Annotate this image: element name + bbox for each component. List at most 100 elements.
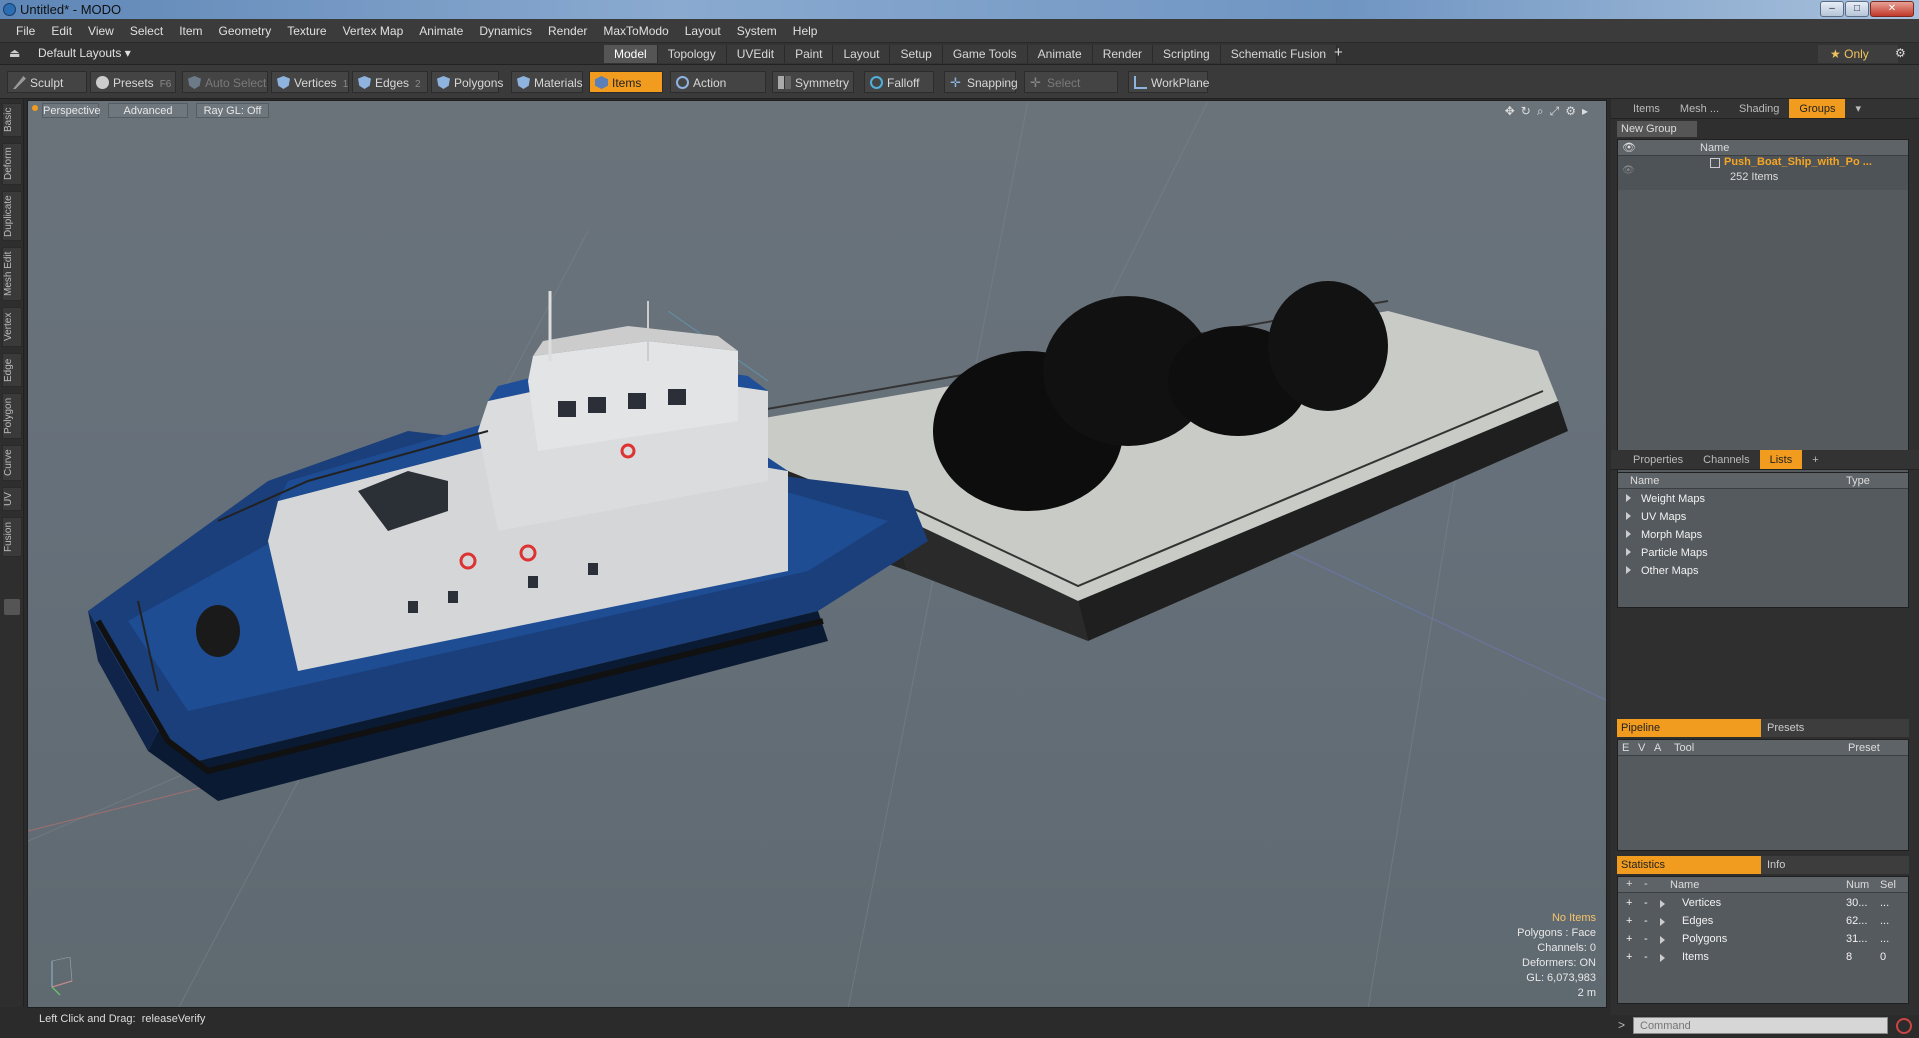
list-item[interactable]: Weight Maps [1626, 491, 1705, 508]
maximize-view-icon[interactable]: ⤢ [1550, 104, 1566, 118]
vtab-curve[interactable]: Curve [2, 445, 22, 481]
add-tab-icon[interactable]: + [1334, 44, 1343, 61]
vtab-duplicate[interactable]: Duplicate [2, 191, 22, 241]
menu-texture[interactable]: Texture [279, 19, 334, 43]
table-row[interactable]: + - Edges 62... ... [1618, 913, 1908, 930]
menu-vertex-map[interactable]: Vertex Map [335, 19, 412, 43]
shading-mode-button[interactable]: Advanced [108, 103, 188, 118]
snapping-button[interactable]: ✛ Snapping [944, 71, 1018, 93]
table-row[interactable]: + - Polygons 31... ... [1618, 931, 1908, 948]
viewport-more-icon[interactable]: ▸ [1582, 104, 1594, 118]
tab-presets[interactable]: Presets [1761, 719, 1804, 737]
rotate-view-icon[interactable]: ↻ [1521, 104, 1537, 118]
menu-system[interactable]: System [729, 19, 785, 43]
new-group-button[interactable]: New Group [1617, 121, 1697, 137]
auto-select-button[interactable]: Auto Select [182, 71, 268, 93]
action-center-button[interactable]: Action Center [670, 71, 766, 112]
tab-setup[interactable]: Setup [890, 45, 943, 63]
list-item[interactable]: Morph Maps [1626, 527, 1702, 544]
tab-render[interactable]: Render [1092, 45, 1154, 63]
layout-dropdown[interactable]: Default Layouts ▾ [38, 46, 131, 60]
chevron-down-icon[interactable]: ▾ [1845, 99, 1871, 118]
title-bar: Untitled* - MODO – □ ✕ [0, 0, 1919, 19]
sculpt-button[interactable]: Sculpt [7, 71, 87, 93]
raygl-button[interactable]: Ray GL: Off [196, 103, 269, 118]
menu-dynamics[interactable]: Dynamics [471, 19, 540, 43]
menu-file[interactable]: File [8, 19, 43, 43]
tab-shading[interactable]: Shading [1729, 99, 1789, 118]
menu-edit[interactable]: Edit [43, 19, 80, 43]
only-button[interactable]: ★ Only [1818, 45, 1898, 63]
record-icon[interactable] [1896, 1018, 1912, 1034]
vtab-mesh-edit[interactable]: Mesh Edit [2, 247, 22, 301]
table-row[interactable]: + - Items 8 0 [1618, 949, 1908, 966]
menu-render[interactable]: Render [540, 19, 595, 43]
list-item[interactable]: UV Maps [1626, 509, 1686, 526]
menu-item[interactable]: Item [171, 19, 210, 43]
maximize-icon[interactable]: □ [1845, 1, 1869, 17]
tab-model[interactable]: Model [604, 45, 658, 63]
edges-button[interactable]: Edges 2 [352, 71, 428, 93]
group-row[interactable]: 👁 Push_Boat_Ship_with_Po ... 252 Items [1618, 156, 1908, 190]
tab-topology[interactable]: Topology [657, 45, 727, 63]
tab-channels[interactable]: Channels [1693, 450, 1759, 469]
vtab-polygon[interactable]: Polygon [2, 393, 22, 439]
select-through-button[interactable]: ✛Select Through [1024, 71, 1118, 112]
menu-select[interactable]: Select [122, 19, 171, 43]
tab-schematic-fusion[interactable]: Schematic Fusion [1220, 45, 1338, 63]
tab-layout[interactable]: Layout [833, 45, 891, 63]
menu-view[interactable]: View [80, 19, 122, 43]
list-item[interactable]: Particle Maps [1626, 545, 1708, 562]
zoom-view-icon[interactable]: ⌕ [1537, 104, 1550, 118]
tabs-toggle-button[interactable] [4, 599, 20, 615]
symmetry-button[interactable]: Symmetry [772, 71, 854, 93]
minimize-icon[interactable]: – [1820, 1, 1844, 17]
move-view-icon[interactable]: ✥ [1505, 104, 1521, 118]
tab-groups[interactable]: Groups [1789, 99, 1846, 118]
vtab-basic[interactable]: Basic [2, 103, 22, 137]
materials-button[interactable]: Materials [511, 71, 583, 93]
view-mode-button[interactable]: Perspective [42, 103, 100, 118]
polygons-button[interactable]: Polygons [431, 71, 503, 93]
tab-pipeline[interactable]: Pipeline [1617, 719, 1761, 737]
presets-button[interactable]: Presets F6 [90, 71, 176, 93]
falloff-button[interactable]: Falloff [864, 71, 934, 93]
menu-layout[interactable]: Layout [677, 19, 729, 43]
sculpt-label: Sculpt [30, 76, 64, 90]
menu-maxtomodo[interactable]: MaxToModo [595, 19, 676, 43]
tab-items[interactable]: Items [1623, 99, 1670, 118]
tab-info[interactable]: Info [1761, 856, 1785, 874]
viewport-menu-icon[interactable] [32, 105, 38, 111]
command-input[interactable] [1633, 1017, 1888, 1034]
tab-uvedit[interactable]: UVEdit [726, 45, 786, 63]
tab-mesh[interactable]: Mesh ... [1670, 99, 1729, 118]
vtab-edge[interactable]: Edge [2, 353, 22, 387]
list-item[interactable]: Other Maps [1626, 563, 1698, 580]
tab-game-tools[interactable]: Game Tools [942, 45, 1028, 63]
group-visibility-icon[interactable]: 👁 [1622, 165, 1635, 176]
workplane-button[interactable]: WorkPlane [1128, 71, 1209, 93]
gear-icon[interactable]: ⚙ [1895, 46, 1906, 60]
tab-paint[interactable]: Paint [785, 45, 834, 63]
tab-properties[interactable]: Properties [1623, 450, 1693, 469]
menu-animate[interactable]: Animate [411, 19, 471, 43]
tab-statistics[interactable]: Statistics [1617, 856, 1761, 874]
vtab-vertex[interactable]: Vertex [2, 307, 22, 347]
vtab-uv[interactable]: UV [2, 487, 22, 511]
layout-pin-icon[interactable]: ⏏ [9, 46, 20, 60]
viewport-gear-icon[interactable]: ⚙ [1565, 104, 1582, 118]
table-row[interactable]: + - Vertices 30... ... [1618, 895, 1908, 912]
menu-help[interactable]: Help [785, 19, 826, 43]
items-button[interactable]: Items [589, 71, 663, 93]
vtab-deform[interactable]: Deform [2, 143, 22, 185]
menu-geometry[interactable]: Geometry [211, 19, 280, 43]
stats-col-sel: Sel [1880, 879, 1896, 891]
3d-viewport[interactable]: Perspective Advanced Ray GL: Off ✥↻⌕⤢⚙▸ … [27, 100, 1607, 1008]
tab-lists[interactable]: Lists [1759, 450, 1803, 469]
tab-scripting[interactable]: Scripting [1153, 45, 1221, 63]
vertices-button[interactable]: Vertices 1 [271, 71, 349, 93]
add-tab-icon[interactable]: + [1802, 450, 1828, 469]
tab-animate[interactable]: Animate [1027, 45, 1093, 63]
vtab-fusion[interactable]: Fusion [2, 517, 22, 557]
close-icon[interactable]: ✕ [1870, 1, 1914, 17]
